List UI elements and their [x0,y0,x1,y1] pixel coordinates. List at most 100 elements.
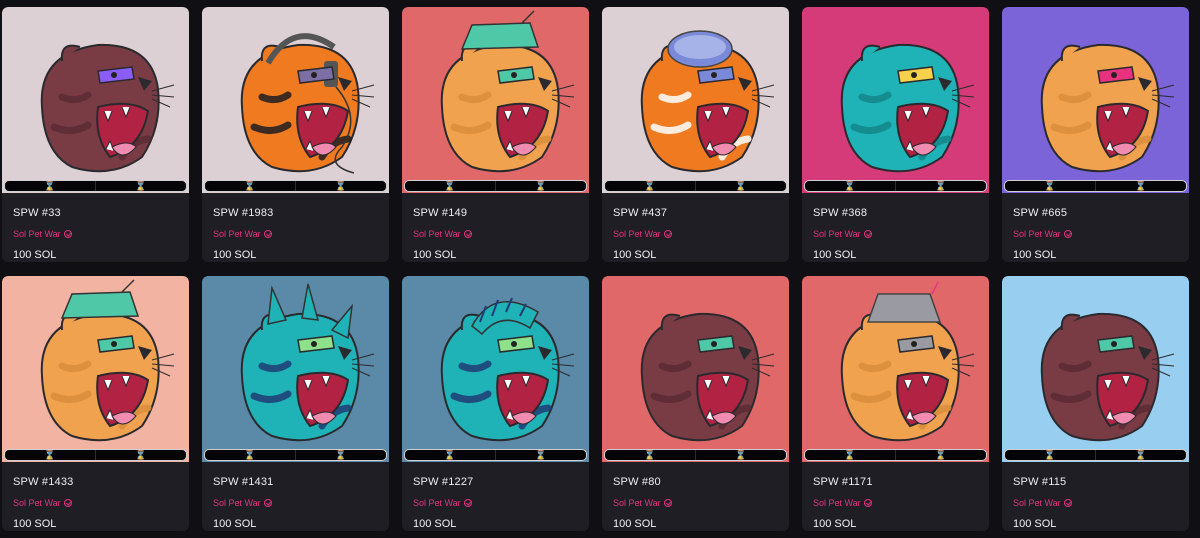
hourglass-icon: ⌛ [444,450,456,460]
verified-check-icon [863,230,872,238]
nft-name[interactable]: SPW #665 [1013,207,1067,219]
collection-link[interactable]: Sol Pet War [1013,229,1072,239]
nft-name[interactable]: SPW #1433 [13,476,74,488]
collection-name: Sol Pet War [1013,229,1061,239]
nft-artwork[interactable] [2,7,189,193]
nft-name[interactable]: SPW #437 [613,207,667,219]
collection-name: Sol Pet War [13,229,61,239]
nft-grid: ⌛ ⌛ SPW #33 Sol Pet War 100 SOL ⌛ ⌛ SPW … [0,0,1200,538]
verified-check-icon [63,499,72,507]
nft-name[interactable]: SPW #149 [413,207,467,219]
verified-check-icon [863,499,872,507]
collection-link[interactable]: Sol Pet War [613,229,672,239]
timer-bar: ⌛ ⌛ [1004,449,1187,461]
collection-link[interactable]: Sol Pet War [413,229,472,239]
timer-bar: ⌛ ⌛ [204,449,387,461]
nft-artwork[interactable] [1002,276,1189,462]
collection-link[interactable]: Sol Pet War [613,498,672,508]
collection-link[interactable]: Sol Pet War [1013,498,1072,508]
nft-artwork[interactable] [602,7,789,193]
collection-link[interactable]: Sol Pet War [813,498,872,508]
nft-price: 100 SOL [13,249,57,261]
nft-artwork[interactable] [802,7,989,193]
hourglass-icon: ⌛ [1095,450,1186,460]
collection-name: Sol Pet War [213,229,261,239]
verified-check-icon [63,230,72,238]
nft-card[interactable]: ⌛ ⌛ SPW #80 Sol Pet War 100 SOL [602,276,789,531]
hourglass-icon: ⌛ [44,181,56,191]
collection-link[interactable]: Sol Pet War [13,229,72,239]
nft-card[interactable]: ⌛ ⌛ SPW #1983 Sol Pet War 100 SOL [202,7,389,262]
hourglass-icon: ⌛ [695,450,786,460]
nft-card[interactable]: ⌛ ⌛ SPW #149 Sol Pet War 100 SOL [402,7,589,262]
hourglass-icon: ⌛ [844,181,856,191]
nft-price: 100 SOL [813,249,857,261]
nft-card[interactable]: ⌛ ⌛ SPW #1171 Sol Pet War 100 SOL [802,276,989,531]
nft-name[interactable]: SPW #33 [13,207,61,219]
verified-check-icon [463,230,472,238]
collection-name: Sol Pet War [13,498,61,508]
hourglass-icon: ⌛ [644,181,656,191]
timer-bar: ⌛ ⌛ [204,180,387,192]
nft-card[interactable]: ⌛ ⌛ SPW #115 Sol Pet War 100 SOL [1002,276,1189,531]
collection-name: Sol Pet War [613,229,661,239]
collection-name: Sol Pet War [813,498,861,508]
hourglass-icon: ⌛ [495,181,586,191]
nft-price: 100 SOL [13,518,57,530]
hourglass-icon: ⌛ [1044,450,1056,460]
hourglass-icon: ⌛ [895,181,986,191]
nft-card[interactable]: ⌛ ⌛ SPW #368 Sol Pet War 100 SOL [802,7,989,262]
timer-bar: ⌛ ⌛ [604,449,787,461]
nft-name[interactable]: SPW #115 [1013,476,1066,488]
nft-artwork[interactable] [1002,7,1189,193]
timer-bar: ⌛ ⌛ [804,180,987,192]
nft-artwork[interactable] [202,7,389,193]
nft-name[interactable]: SPW #1171 [813,476,873,488]
nft-card[interactable]: ⌛ ⌛ SPW #665 Sol Pet War 100 SOL [1002,7,1189,262]
collection-name: Sol Pet War [213,498,261,508]
nft-artwork[interactable] [202,276,389,462]
nft-artwork[interactable] [602,276,789,462]
nft-name[interactable]: SPW #1227 [413,476,474,488]
collection-link[interactable]: Sol Pet War [813,229,872,239]
timer-bar: ⌛ ⌛ [804,449,987,461]
hourglass-icon: ⌛ [244,450,256,460]
nft-card[interactable]: ⌛ ⌛ SPW #33 Sol Pet War 100 SOL [2,7,189,262]
nft-card[interactable]: ⌛ ⌛ SPW #437 Sol Pet War 100 SOL [602,7,789,262]
verified-check-icon [1063,499,1072,507]
timer-bar: ⌛ ⌛ [604,180,787,192]
nft-card[interactable]: ⌛ ⌛ SPW #1433 Sol Pet War 100 SOL [2,276,189,531]
verified-check-icon [463,499,472,507]
hourglass-icon: ⌛ [95,181,186,191]
collection-link[interactable]: Sol Pet War [413,498,472,508]
nft-artwork[interactable] [2,276,189,462]
nft-artwork[interactable] [802,276,989,462]
collection-link[interactable]: Sol Pet War [213,498,272,508]
verified-check-icon [263,499,272,507]
nft-price: 100 SOL [613,249,657,261]
nft-name[interactable]: SPW #1431 [213,476,274,488]
collection-name: Sol Pet War [813,229,861,239]
timer-bar: ⌛ ⌛ [404,180,587,192]
nft-artwork[interactable] [402,7,589,193]
hourglass-icon: ⌛ [495,450,586,460]
nft-price: 100 SOL [1013,249,1057,261]
nft-price: 100 SOL [1013,518,1057,530]
nft-name[interactable]: SPW #368 [813,207,867,219]
hourglass-icon: ⌛ [644,450,656,460]
collection-link[interactable]: Sol Pet War [13,498,72,508]
hourglass-icon: ⌛ [895,450,986,460]
nft-name[interactable]: SPW #1983 [213,207,274,219]
collection-link[interactable]: Sol Pet War [213,229,272,239]
nft-price: 100 SOL [413,249,457,261]
timer-bar: ⌛ ⌛ [4,180,187,192]
nft-price: 100 SOL [813,518,857,530]
nft-artwork[interactable] [402,276,589,462]
collection-name: Sol Pet War [413,229,461,239]
nft-price: 100 SOL [213,249,257,261]
nft-card[interactable]: ⌛ ⌛ SPW #1431 Sol Pet War 100 SOL [202,276,389,531]
hourglass-icon: ⌛ [444,181,456,191]
nft-name[interactable]: SPW #80 [613,476,661,488]
nft-card[interactable]: ⌛ ⌛ SPW #1227 Sol Pet War 100 SOL [402,276,589,531]
collection-name: Sol Pet War [613,498,661,508]
